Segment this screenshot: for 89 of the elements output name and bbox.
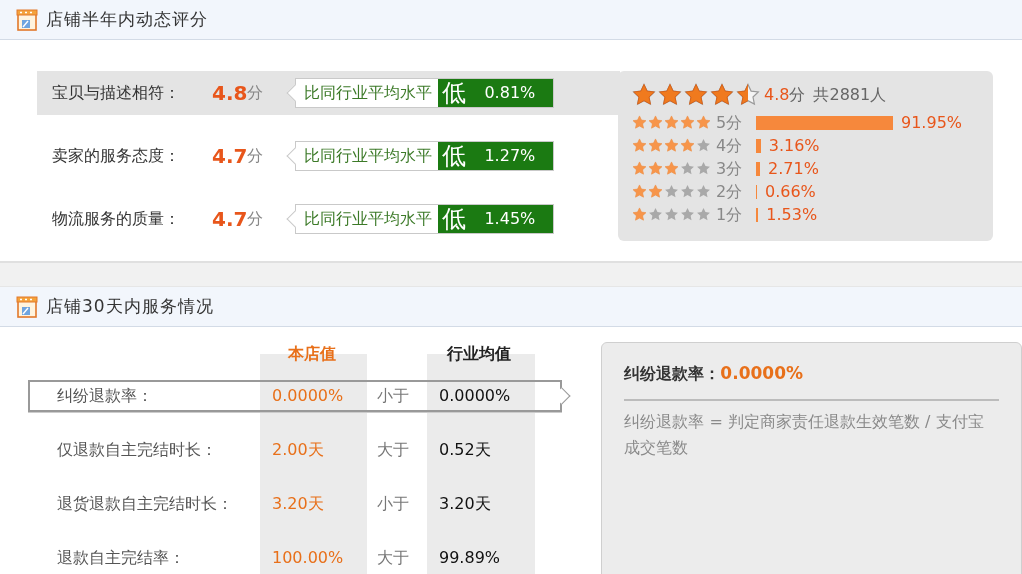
comparison-text: 大于 — [376, 547, 410, 569]
row-label: 仅退款自主完结时长： — [56, 439, 218, 461]
star-icon — [648, 115, 663, 130]
section-title: 店铺半年内动态评分 — [46, 7, 208, 31]
star-icon — [632, 138, 647, 153]
star-icon — [696, 184, 711, 199]
comparison-label: 比同行业平均水平 — [303, 82, 434, 104]
result-word: 低 — [442, 144, 467, 168]
star-icon — [696, 138, 711, 153]
row-label: 退款自主完结率： — [56, 547, 186, 569]
score-unit: 分 — [789, 84, 806, 106]
distribution-percent: 3.16% — [768, 134, 820, 157]
store-icon — [16, 8, 38, 31]
detail-value: 0.0000% — [720, 362, 803, 385]
distribution-bar — [756, 138, 761, 153]
result-value: 1.45% — [484, 208, 536, 230]
score-unit: 分 — [247, 145, 265, 167]
star-icon — [632, 115, 647, 130]
industry-value: 3.20天 — [438, 493, 492, 515]
star-icon — [696, 161, 711, 176]
result-word: 低 — [442, 81, 467, 105]
result-value: 1.27% — [484, 145, 536, 167]
industry-value: 0.0000% — [438, 385, 512, 407]
store-icon — [16, 295, 38, 318]
star-icon — [680, 184, 695, 199]
star-icon — [632, 184, 647, 199]
star-icon — [664, 138, 679, 153]
score-label: 宝贝与描述相符： — [52, 82, 181, 104]
star-icon — [648, 138, 663, 153]
star-icon — [684, 83, 708, 107]
star-icon — [632, 83, 656, 107]
score-value: 4.7 — [212, 206, 248, 233]
comparison-label: 比同行业平均水平 — [303, 145, 434, 167]
score-label: 卖家的服务态度： — [52, 145, 181, 167]
comparison-label: 比同行业平均水平 — [303, 208, 434, 230]
star-level-label: 4分 — [715, 134, 744, 157]
section-title: 店铺30天内服务情况 — [46, 294, 214, 318]
star-icon — [664, 184, 679, 199]
star-icon — [710, 83, 734, 107]
distribution-percent: 91.95% — [901, 111, 962, 134]
industry-value: 0.52天 — [438, 439, 492, 461]
distribution-percent: 0.66% — [764, 180, 816, 203]
distribution-bar — [756, 161, 761, 176]
star-level-label: 5分 — [715, 111, 744, 134]
result-value: 0.81% — [484, 82, 536, 104]
star-icon — [696, 115, 711, 130]
score-value: 4.8 — [212, 80, 248, 107]
comparison-text: 大于 — [376, 439, 410, 461]
store-value: 3.20天 — [271, 493, 325, 515]
store-value: 2.00天 — [271, 439, 325, 461]
star-level-label: 2分 — [715, 180, 744, 203]
store-value: 0.0000% — [271, 385, 345, 407]
result-word: 低 — [442, 207, 467, 231]
star-level-label: 3分 — [715, 157, 744, 180]
row-label: 纠纷退款率： — [56, 385, 154, 407]
distribution-bar — [756, 207, 759, 222]
distribution-percent: 2.71% — [768, 157, 819, 180]
star-icon — [736, 83, 760, 107]
star-icon — [664, 115, 679, 130]
star-icon — [680, 207, 695, 222]
score-unit: 分 — [247, 82, 265, 104]
detail-title: 纠纷退款率： — [624, 363, 721, 385]
average-score: 4.8 — [764, 84, 790, 106]
star-icon — [632, 207, 647, 222]
column-header: 行业均值 — [446, 343, 512, 365]
star-icon — [664, 207, 679, 222]
comparison-text: 小于 — [376, 493, 410, 515]
star-level-label: 1分 — [715, 203, 744, 226]
score-label: 物流服务的质量： — [52, 208, 181, 230]
distribution-percent: 1.53% — [766, 203, 818, 226]
star-icon — [696, 207, 711, 222]
star-icon — [680, 115, 695, 130]
star-icon — [648, 207, 663, 222]
star-icon — [632, 161, 647, 176]
score-unit: 分 — [247, 208, 265, 230]
star-icon — [648, 161, 663, 176]
store-value: 100.00% — [271, 547, 345, 569]
score-value: 4.7 — [212, 143, 248, 170]
star-icon — [648, 184, 663, 199]
star-icon — [658, 83, 682, 107]
star-icon — [664, 161, 679, 176]
column-header: 本店值 — [286, 343, 337, 365]
star-icon — [680, 161, 695, 176]
star-icon — [680, 138, 695, 153]
rating-count: 共2881人 — [813, 84, 887, 106]
detail-description: 纠纷退款率 = 判定商家责任退款生效笔数 / 支付宝成交笔数 — [624, 410, 985, 459]
row-label: 退货退款自主完结时长： — [56, 493, 234, 515]
comparison-text: 小于 — [376, 385, 410, 407]
industry-value: 99.89% — [438, 547, 501, 569]
